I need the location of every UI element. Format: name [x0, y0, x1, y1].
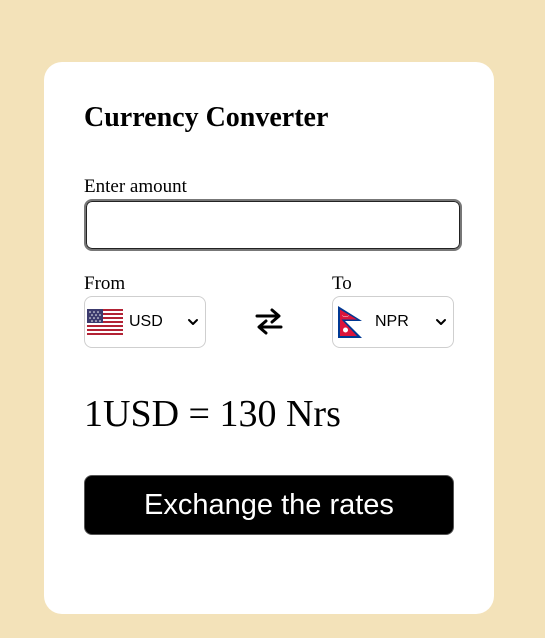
- rate-value: 130: [219, 393, 277, 435]
- amount-input[interactable]: [84, 199, 462, 251]
- swap-arrows-icon[interactable]: [254, 306, 284, 336]
- rate-currency: USD: [103, 393, 180, 435]
- chevron-down-icon: [436, 319, 446, 325]
- page-title: Currency Converter: [84, 102, 329, 133]
- us-flag-icon: [87, 309, 123, 335]
- nepal-flag-icon: [338, 306, 362, 338]
- to-currency-select[interactable]: NPR: [332, 296, 454, 348]
- exchange-rate-text: 1USD = 130 Nrs: [84, 392, 341, 436]
- to-label: To: [332, 273, 352, 294]
- from-currency-code: USD: [129, 313, 163, 330]
- rate-equals: =: [188, 393, 210, 435]
- chevron-down-icon: [188, 319, 198, 325]
- amount-label: Enter amount: [84, 176, 187, 197]
- rate-unit: Nrs: [285, 393, 341, 435]
- from-currency-select[interactable]: USD: [84, 296, 206, 348]
- from-label: From: [84, 273, 126, 294]
- rate-amount: 1: [84, 393, 103, 435]
- converter-card: Currency Converter Enter amount From USD: [44, 62, 494, 614]
- exchange-rates-button[interactable]: Exchange the rates: [84, 475, 454, 535]
- to-currency-code: NPR: [375, 313, 409, 330]
